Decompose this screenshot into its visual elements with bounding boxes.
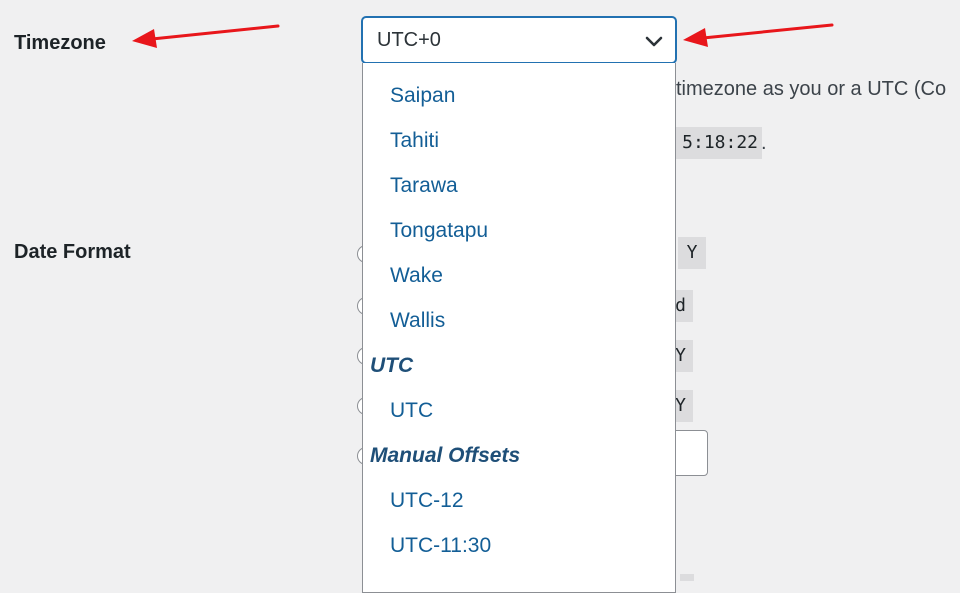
universal-time-suffix: .	[761, 132, 767, 154]
arrow-to-timezone-select	[683, 23, 834, 47]
timezone-label: Timezone	[14, 32, 106, 54]
universal-time-value: 5:18:22	[668, 127, 762, 159]
timezone-select[interactable]: UTC+0	[362, 17, 676, 63]
date-format-label: Date Format	[14, 241, 131, 263]
timezone-group-manual-offsets: Manual Offsets	[370, 444, 521, 467]
partial-code-sample	[680, 574, 694, 581]
chevron-down-icon	[645, 36, 663, 47]
timezone-group-utc: UTC	[370, 354, 414, 377]
timezone-option-saipan[interactable]: Saipan	[390, 84, 455, 108]
timezone-option-tahiti[interactable]: Tahiti	[390, 129, 439, 153]
arrow-to-timezone-label	[132, 24, 280, 48]
timezone-option-tongatapu[interactable]: Tongatapu	[390, 219, 488, 243]
timezone-option-utc[interactable]: UTC	[390, 399, 433, 423]
timezone-dropdown-list[interactable]: Saipan Tahiti Tarawa Tongatapu Wake Wall…	[362, 63, 676, 593]
timezone-option-wallis[interactable]: Wallis	[390, 309, 445, 333]
date-format-sample: Y	[678, 237, 706, 269]
timezone-option-utc-minus-11-30[interactable]: UTC-11:30	[390, 534, 491, 558]
timezone-option-tarawa[interactable]: Tarawa	[390, 174, 458, 198]
timezone-option-wake[interactable]: Wake	[390, 264, 443, 288]
timezone-description: timezone as you or a UTC (Co	[676, 78, 947, 100]
timezone-selected-value: UTC+0	[377, 29, 441, 51]
timezone-option-utc-minus-12[interactable]: UTC-12	[390, 489, 464, 513]
